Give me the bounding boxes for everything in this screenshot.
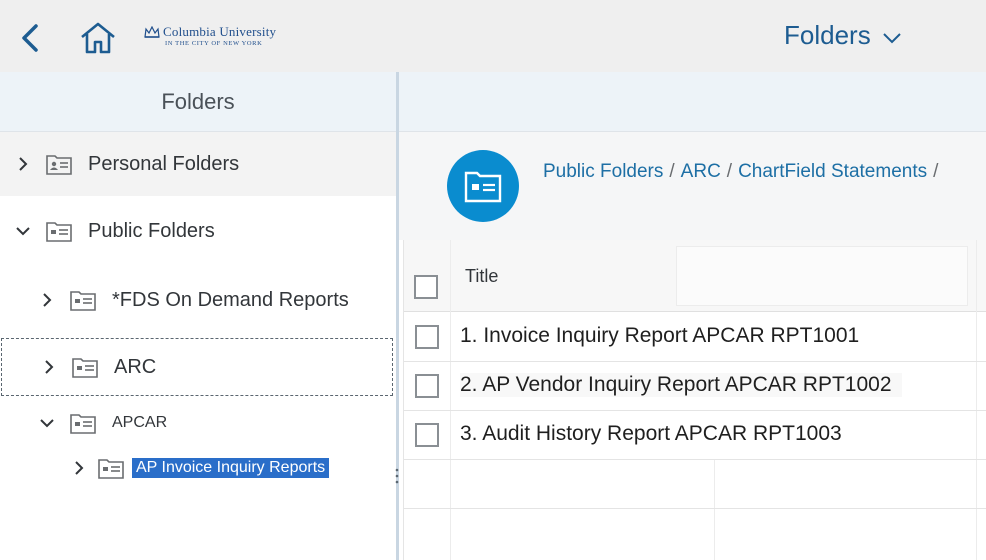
chevron-down-icon[interactable] [14,222,32,240]
tree-item-fds-on-demand-reports[interactable]: *FDS On Demand Reports [0,266,396,334]
tree-item-apcar[interactable]: APCAR [0,398,396,448]
breadcrumb-link[interactable]: ARC [681,161,721,182]
shell-bar: Columbia University IN THE CITY OF NEW Y… [0,0,986,72]
folder-avatar [447,150,519,222]
splitter-grip-icon[interactable] [395,466,399,490]
shell-title: Folders [784,20,871,50]
folder-icon [98,459,124,479]
tree-item-label-selected: AP Invoice Inquiry Reports [132,458,330,478]
breadcrumb-separator: / [726,161,733,182]
chevron-right-icon[interactable] [40,358,58,376]
folder-icon [46,222,72,242]
right-panel-header [399,72,986,132]
crown-icon [144,26,160,38]
row-checkbox[interactable] [415,423,439,447]
reports-table: Title 1. Invoice Inquiry Report APCAR RP… [403,240,986,560]
report-title[interactable]: 1. Invoice Inquiry Report APCAR RPT1001 [460,324,859,348]
folder-icon [70,291,96,311]
folder-icon [72,358,98,378]
breadcrumb-separator: / [933,161,939,182]
chevron-right-icon[interactable] [70,459,88,477]
logo-main-text: Columbia University [163,24,277,39]
folder-icon [464,171,502,203]
tree-item-label: ARC [114,355,157,378]
table-row[interactable]: 3. Audit History Report APCAR RPT1003 [404,411,986,460]
breadcrumb-separator: / [669,161,675,182]
logo-sub-text: IN THE CITY OF NEW YORK [165,40,263,47]
left-panel-header: Folders [0,72,396,132]
breadcrumb-link[interactable]: Public Folders [543,161,663,182]
tree-item-label: Public Folders [88,219,215,242]
home-button[interactable] [78,20,118,56]
tree-item-personal-folders[interactable]: Personal Folders [0,132,396,196]
table-row[interactable]: 1. Invoice Inquiry Report APCAR RPT1001 [404,313,986,362]
report-title[interactable]: 3. Audit History Report APCAR RPT1003 [460,422,842,446]
select-all-checkbox[interactable] [414,275,438,299]
breadcrumb-link[interactable]: ChartField Statements [738,161,927,182]
chevron-down-icon[interactable] [38,414,56,432]
tree-item-label: APCAR [112,414,168,431]
tree-item-arc[interactable]: ARC [1,338,393,396]
report-title[interactable]: 2. AP Vendor Inquiry Report APCAR RPT100… [460,373,902,397]
home-icon [81,22,115,54]
chevron-right-icon[interactable] [38,291,56,309]
folder-icon [70,414,96,434]
shell-title-menu[interactable]: Folders [784,20,903,51]
tree-item-public-folders[interactable]: Public Folders [0,196,396,266]
tree-item-label: Personal Folders [88,152,240,175]
table-header: Title [404,240,986,312]
chevron-right-icon[interactable] [14,155,32,173]
back-button[interactable] [14,20,46,56]
chevron-down-icon [882,32,901,43]
personal-folder-icon [46,155,72,175]
column-header-empty [676,246,968,306]
breadcrumb: Public Folders / ARC / ChartField Statements… [543,161,944,183]
table-row-empty [404,460,986,509]
columbia-logo[interactable]: Columbia University IN THE CITY OF NEW Y… [144,24,314,54]
row-checkbox[interactable] [415,325,439,349]
tree-item-label: *FDS On Demand Reports [112,288,349,311]
table-row[interactable]: 2. AP Vendor Inquiry Report APCAR RPT100… [404,362,986,411]
table-row-empty [404,509,986,558]
row-checkbox[interactable] [415,374,439,398]
back-icon [22,24,38,52]
column-header-title[interactable]: Title [465,266,498,287]
tree-item-ap-invoice-inquiry-reports[interactable]: AP Invoice Inquiry Reports [0,448,396,488]
